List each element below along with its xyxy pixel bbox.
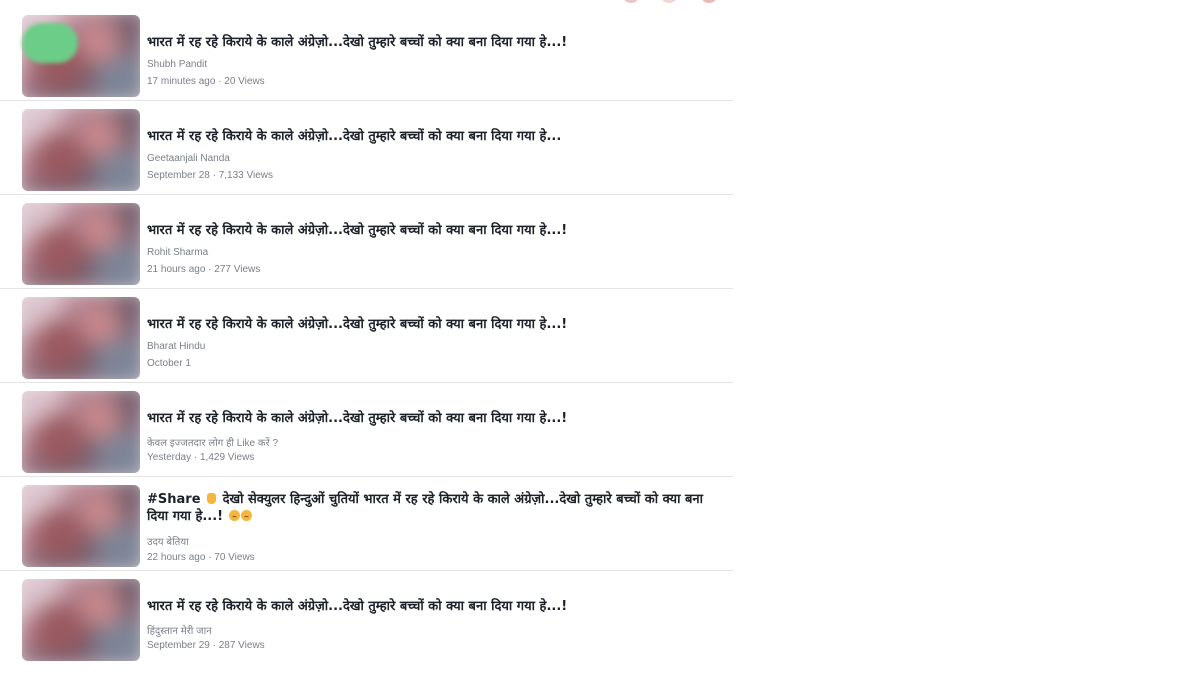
list-item[interactable]: भारत में रह रहे किराये के काले अंग्रेज़ो… — [0, 289, 733, 383]
angry-face-icon — [240, 510, 252, 521]
top-partial-icons — [600, 0, 740, 6]
author-name[interactable]: हिंदुस्तान मेरी जान — [147, 623, 212, 637]
video-thumbnail[interactable] — [22, 297, 140, 379]
video-thumbnail[interactable] — [22, 485, 140, 567]
list-item[interactable]: भारत में रह रहे किराये के काले अंग्रेज़ो… — [0, 7, 733, 101]
list-item[interactable]: भारत में रह रहे किराये के काले अंग्रेज़ो… — [0, 571, 733, 665]
author-name[interactable]: केवल इज्जतदार लोग ही Like करें ? — [147, 435, 278, 449]
share-hashtag[interactable]: #Share — [147, 492, 201, 507]
author-name[interactable]: Geetaanjali Nanda — [147, 153, 230, 164]
video-thumbnail[interactable] — [22, 579, 140, 661]
pointing-hand-icon — [207, 493, 217, 504]
video-thumbnail[interactable] — [22, 391, 140, 473]
video-title[interactable]: भारत में रह रहे किराये के काले अंग्रेज़ो… — [147, 128, 727, 145]
video-meta: 22 hours ago · 70 Views — [147, 552, 255, 563]
video-title[interactable]: भारत में रह रहे किराये के काले अंग्रेज़ो… — [147, 34, 727, 51]
video-meta: September 29 · 287 Views — [147, 640, 265, 651]
video-thumbnail[interactable] — [22, 203, 140, 285]
video-title[interactable]: भारत में रह रहे किराये के काले अंग्रेज़ो… — [147, 410, 727, 427]
author-name[interactable]: Shubh Pandit — [147, 59, 207, 70]
angry-face-icon — [228, 510, 240, 521]
author-name[interactable]: Rohit Sharma — [147, 247, 208, 258]
list-item[interactable]: #Share देखो सेक्युलर हिन्दुओं चुतियों भा… — [0, 477, 733, 571]
video-meta: September 28 · 7,133 Views — [147, 170, 274, 181]
list-item[interactable]: भारत में रह रहे किराये के काले अंग्रेज़ो… — [0, 383, 733, 477]
live-badge — [22, 23, 78, 63]
author-name[interactable]: उदय बेतिया — [147, 534, 189, 548]
list-item[interactable]: भारत में रह रहे किराये के काले अंग्रेज़ो… — [0, 195, 733, 289]
video-meta: 21 hours ago · 277 Views — [147, 264, 261, 275]
reaction-icon — [700, 0, 718, 3]
reaction-icon — [660, 0, 678, 3]
video-title-block[interactable]: #Share देखो सेक्युलर हिन्दुओं चुतियों भा… — [147, 491, 727, 525]
video-title[interactable]: भारत में रह रहे किराये के काले अंग्रेज़ो… — [147, 598, 727, 615]
video-meta: 17 minutes ago · 20 Views — [147, 76, 265, 87]
video-meta: Yesterday · 1,429 Views — [147, 452, 255, 463]
author-name[interactable]: Bharat Hindu — [147, 341, 205, 352]
video-meta: October 1 — [147, 358, 191, 369]
reaction-icon — [622, 0, 640, 3]
video-title[interactable]: भारत में रह रहे किराये के काले अंग्रेज़ो… — [147, 222, 727, 239]
list-item[interactable]: भारत में रह रहे किराये के काले अंग्रेज़ो… — [0, 101, 733, 195]
video-title[interactable]: भारत में रह रहे किराये के काले अंग्रेज़ो… — [147, 316, 727, 333]
video-thumbnail[interactable] — [22, 109, 140, 191]
